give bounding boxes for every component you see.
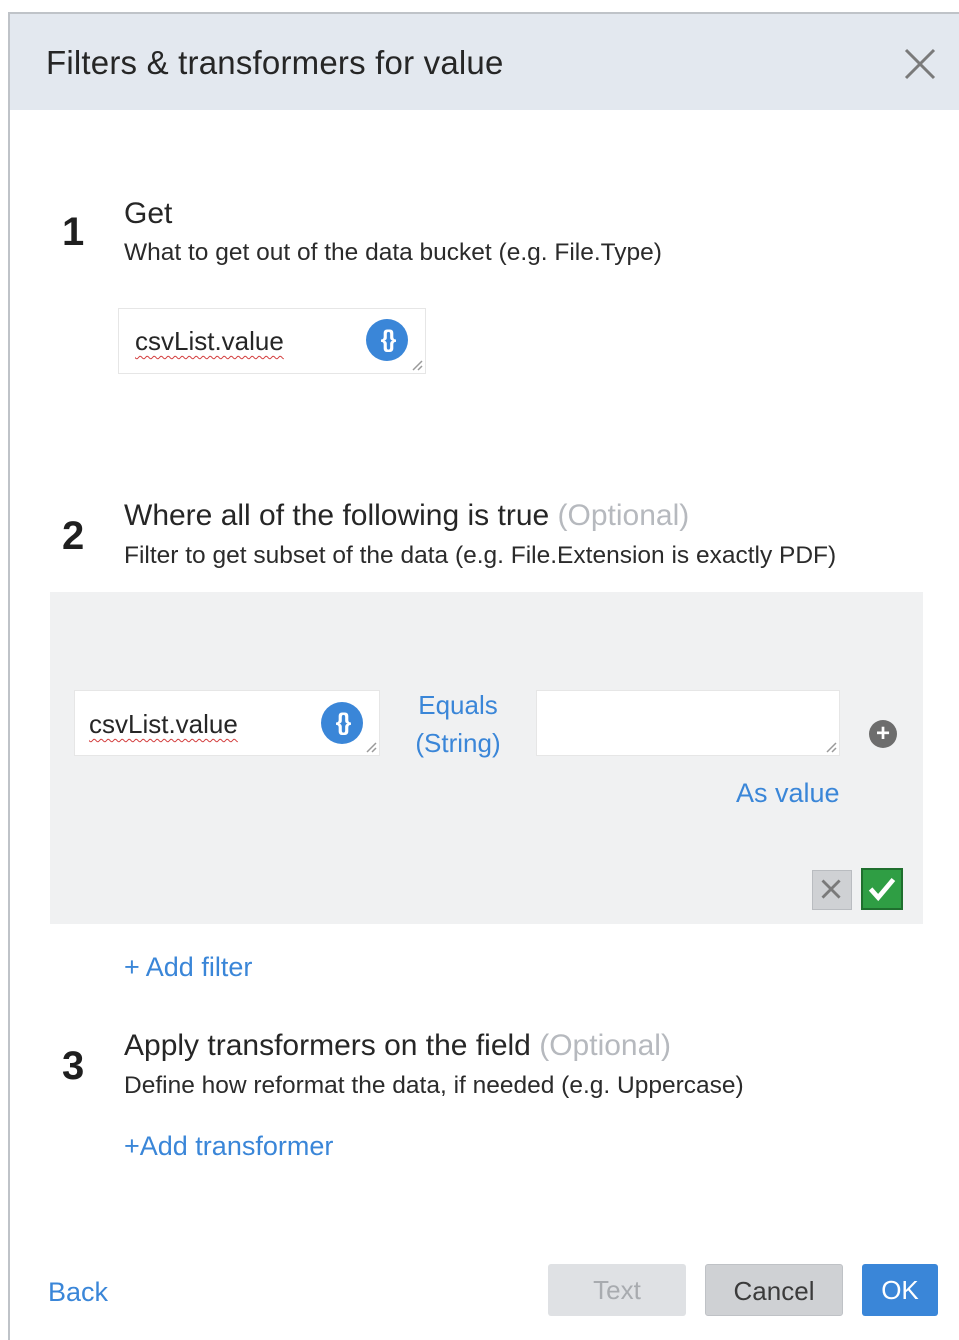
step-2-number: 2 bbox=[62, 514, 85, 558]
filter-left-value: csvList.value bbox=[89, 709, 238, 739]
step-2-description: Filter to get subset of the data (e.g. F… bbox=[124, 542, 837, 569]
back-link[interactable]: Back bbox=[48, 1277, 108, 1308]
operator-type: (String) bbox=[415, 728, 501, 758]
ok-button[interactable]: OK bbox=[862, 1264, 938, 1316]
step-3-title-text: Apply transformers on the field bbox=[124, 1029, 531, 1062]
text-button[interactable]: Text bbox=[548, 1264, 686, 1316]
operator-name: Equals bbox=[418, 690, 498, 720]
step-1-title: Get bbox=[124, 197, 173, 230]
plus-circle-icon[interactable]: + bbox=[869, 720, 897, 748]
filter-left-field[interactable]: csvList.value {} bbox=[74, 690, 380, 756]
as-value-link[interactable]: As value bbox=[736, 778, 840, 809]
close-icon bbox=[904, 48, 936, 80]
step-2-title-text: Where all of the following is true bbox=[124, 499, 550, 532]
dialog-title: Filters & transformers for value bbox=[46, 44, 504, 81]
brace-icon[interactable]: {} bbox=[321, 702, 363, 744]
add-filter-link[interactable]: + Add filter bbox=[124, 952, 252, 983]
confirm-filter-button[interactable] bbox=[861, 868, 903, 910]
step-3-title: Apply transformers on the field (Optiona… bbox=[124, 1029, 671, 1063]
add-transformer-link[interactable]: +Add transformer bbox=[124, 1131, 333, 1162]
step-3-number: 3 bbox=[62, 1044, 85, 1088]
dialog-header: Filters & transformers for value bbox=[10, 14, 959, 110]
step-1-number: 1 bbox=[62, 210, 85, 254]
step-1-description: What to get out of the data bucket (e.g.… bbox=[124, 239, 662, 266]
step-2-optional: (Optional) bbox=[557, 499, 690, 532]
x-icon bbox=[821, 879, 841, 899]
brace-icon[interactable]: {} bbox=[366, 319, 408, 361]
cancel-button[interactable]: Cancel bbox=[705, 1264, 843, 1316]
step-2-title: Where all of the following is true (Opti… bbox=[124, 499, 689, 533]
close-button[interactable] bbox=[900, 44, 940, 84]
resize-handle-icon[interactable] bbox=[411, 359, 423, 371]
resize-handle-icon[interactable] bbox=[365, 741, 377, 753]
cancel-filter-button[interactable] bbox=[812, 870, 852, 910]
resize-handle-icon[interactable] bbox=[825, 741, 837, 753]
get-field-value: csvList.value bbox=[135, 326, 284, 356]
operator-selector[interactable]: Equals (String) bbox=[400, 686, 516, 762]
filter-panel: csvList.value {} Equals (String) + As va… bbox=[50, 592, 923, 924]
filter-right-field[interactable] bbox=[536, 690, 840, 756]
step-3-description: Define how reformat the data, if needed … bbox=[124, 1072, 744, 1099]
checkmark-icon bbox=[868, 877, 896, 902]
filters-transformers-dialog: Filters & transformers for value 1 Get W… bbox=[8, 12, 959, 1340]
get-field[interactable]: csvList.value {} bbox=[118, 308, 426, 374]
step-3-optional: (Optional) bbox=[539, 1029, 671, 1062]
